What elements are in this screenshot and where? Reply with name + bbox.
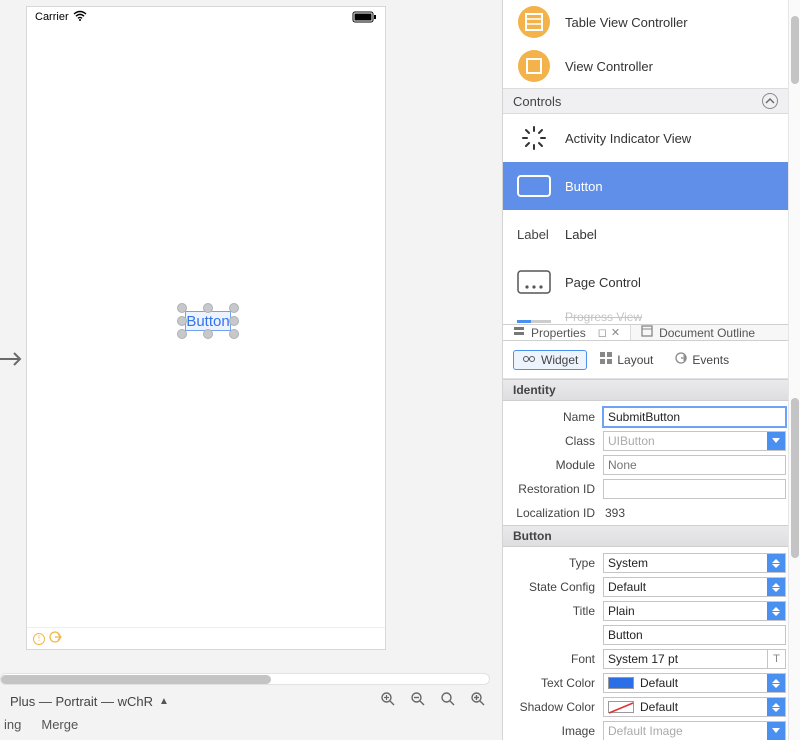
resize-handle[interactable] <box>177 316 187 326</box>
library-item[interactable]: Table View Controller <box>503 0 788 44</box>
resize-handle[interactable] <box>203 329 213 339</box>
pane-tab-bar: Properties ◻✕ Document Outline <box>503 324 800 341</box>
events-subtab-icon <box>675 352 687 367</box>
library-item[interactable]: Activity Indicator View <box>503 114 788 162</box>
localization-id-value: 393 <box>603 506 625 520</box>
zoom-reset-icon[interactable] <box>440 691 456 711</box>
battery-icon <box>353 12 377 23</box>
font-combo[interactable]: System 17 ptT <box>603 649 786 669</box>
selected-uibutton[interactable]: Button <box>181 307 235 335</box>
text-color-combo[interactable]: Default <box>603 673 786 693</box>
warning-dot-icon[interactable]: ! <box>33 633 45 645</box>
status-bar: Carrier <box>27 7 385 27</box>
zoom-fit-icon[interactable] <box>380 691 396 711</box>
activity-indicator-icon <box>517 121 551 155</box>
library-section-header[interactable]: Controls <box>503 88 788 114</box>
resize-handle[interactable] <box>229 316 239 326</box>
text-color-swatch <box>608 677 634 689</box>
layout-subtab-icon <box>600 352 612 367</box>
image-combo[interactable]: Default Image <box>603 721 786 740</box>
name-field[interactable] <box>603 407 786 427</box>
viewcontroller-icon <box>517 49 551 83</box>
vcs-label-a[interactable]: ing <box>4 717 21 732</box>
page-control-icon <box>517 265 551 299</box>
resize-handle[interactable] <box>177 303 187 313</box>
resize-handle[interactable] <box>229 303 239 313</box>
tab-properties[interactable]: Properties ◻✕ <box>503 325 631 340</box>
class-combo[interactable]: UIButton <box>603 431 786 451</box>
tab-document-outline[interactable]: Document Outline <box>631 325 765 340</box>
subtab-widget[interactable]: Widget <box>513 350 587 370</box>
section-identity: Identity <box>503 379 800 401</box>
collapse-icon[interactable] <box>762 93 778 109</box>
library-item-selected[interactable]: Button <box>503 162 788 210</box>
exit-arrow-icon[interactable] <box>49 631 61 646</box>
zoom-in-icon[interactable] <box>470 691 486 711</box>
frame-footer: ! <box>27 627 385 649</box>
carrier-label: Carrier <box>35 11 69 23</box>
library-item[interactable]: View Controller <box>503 44 788 88</box>
resize-handle[interactable] <box>229 329 239 339</box>
button-icon <box>517 169 551 203</box>
subtab-events[interactable]: Events <box>666 349 738 370</box>
module-field[interactable] <box>603 455 786 475</box>
subtab-layout[interactable]: Layout <box>591 349 662 370</box>
uibutton-title: Button <box>186 313 229 330</box>
disclosure-triangle-icon: ▲ <box>159 696 169 707</box>
state-config-combo[interactable]: Default <box>603 577 786 597</box>
properties-tab-icon <box>513 325 525 340</box>
outline-tab-icon <box>641 325 653 340</box>
library-item[interactable]: Page Control <box>503 258 788 306</box>
library-item-partial[interactable]: Progress View <box>503 306 788 324</box>
widget-subtab-bar: Widget Layout Events <box>503 341 800 379</box>
title-text-field[interactable] <box>603 625 786 645</box>
pane-close-icon[interactable]: ✕ <box>611 326 620 339</box>
title-mode-combo[interactable]: Plain <box>603 601 786 621</box>
zoom-out-icon[interactable] <box>410 691 426 711</box>
type-combo[interactable]: System <box>603 553 786 573</box>
font-picker-icon[interactable]: T <box>767 650 785 668</box>
tableviewcontroller-icon <box>517 5 551 39</box>
wifi-icon <box>73 10 87 24</box>
shadow-color-combo[interactable]: Default <box>603 697 786 717</box>
resize-handle[interactable] <box>203 303 213 313</box>
section-button: Button <box>503 525 800 547</box>
right-panel: Table View Controller View Controller Co… <box>502 0 800 740</box>
shadow-color-swatch <box>608 701 634 713</box>
design-canvas-pane: Carrier Button <box>0 0 502 740</box>
vcs-label-b[interactable]: Merge <box>41 717 78 732</box>
label-icon: Label <box>517 217 551 251</box>
vertical-scrollbar[interactable] <box>788 0 800 740</box>
restoration-id-field[interactable] <box>603 479 786 499</box>
library-item[interactable]: Label Label <box>503 210 788 258</box>
horizontal-scrollbar[interactable] <box>0 673 490 685</box>
resize-handle[interactable] <box>177 329 187 339</box>
object-library: Table View Controller View Controller Co… <box>503 0 800 324</box>
canvas-status-label[interactable]: Plus — Portrait — wChR ▲ <box>10 694 169 709</box>
pane-detach-icon[interactable]: ◻ <box>598 326 607 339</box>
widget-subtab-icon <box>522 353 536 367</box>
device-frame[interactable]: Carrier Button <box>26 6 386 650</box>
